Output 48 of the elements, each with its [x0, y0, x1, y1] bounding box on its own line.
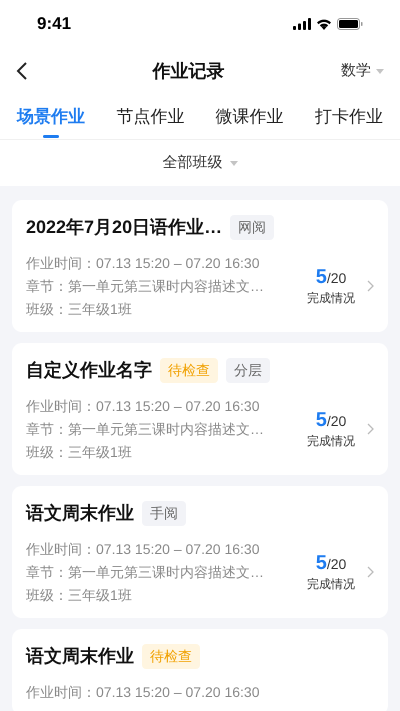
tab[interactable]: 场景作业 — [17, 94, 85, 139]
tag: 分层 — [226, 358, 270, 383]
chevron-right-icon — [367, 566, 374, 578]
wifi-icon — [316, 18, 332, 30]
info-line: 班级：三年级1班 — [26, 586, 133, 605]
chevron-right-icon — [367, 423, 374, 435]
total-count: /20 — [326, 412, 346, 430]
signal-icon — [293, 18, 311, 30]
info-line: 作业时间：07.13 15:20 – 07.20 16:30 — [26, 540, 260, 559]
info-line: 作业时间：07.13 15:20 – 07.20 16:30 — [26, 683, 260, 702]
info-line: 作业时间：07.13 15:20 – 07.20 16:30 — [26, 397, 260, 416]
info-line: 章节：第一单元第三课时内容描述文… — [26, 420, 265, 439]
homework-card[interactable]: 语文周末作业 待检查 作业时间：07.13 15:20 – 07.20 16:30 — [12, 629, 388, 711]
status-time: 9:41 — [37, 13, 72, 36]
caret-icon — [230, 160, 238, 166]
homework-title: 2022年7月20日语作业… — [26, 216, 222, 239]
status-label: 完成情况 — [307, 576, 355, 592]
info-line: 作业时间：07.13 15:20 – 07.20 16:30 — [26, 254, 260, 273]
subject-dropdown[interactable]: 数学 — [341, 60, 384, 82]
class-filter-dropdown[interactable]: 全部班级 — [162, 152, 238, 174]
info-line: 章节：第一单元第三课时内容描述文… — [26, 277, 265, 296]
homework-title: 语文周末作业 — [26, 502, 134, 525]
total-count: /20 — [326, 554, 346, 574]
tab[interactable]: 微课作业 — [216, 94, 284, 139]
homework-card[interactable]: 自定义作业名字 待检查 分层 作业时间：07.13 15:20 – 07.20 16:30 章节：第一单元第三课时内容描述文… 班级：三年级1班 5/20 完成情况 — [12, 343, 388, 475]
status-label: 完成情况 — [307, 432, 355, 450]
homework-card[interactable]: 2022年7月20日语作业… 网阅 作业时间：07.13 15:20 – 07.20 16:30 章节：第一单元第三课时内容描述文… 班级：三年级1班 5/20 完成情况 — [12, 200, 388, 332]
total-count: /20 — [326, 268, 346, 288]
status-label: 完成情况 — [307, 290, 355, 306]
caret-icon — [376, 68, 384, 74]
done-count: 5 — [316, 408, 327, 430]
tab[interactable]: 节点作业 — [116, 94, 184, 139]
page-title: 作业记录 — [151, 60, 226, 82]
battery-icon — [337, 18, 363, 30]
tab[interactable]: 打卡作业 — [314, 94, 383, 139]
tag: 网阅 — [230, 215, 274, 240]
tag: 待检查 — [142, 644, 200, 669]
info-line: 班级：三年级1班 — [26, 300, 133, 319]
tag: 待检查 — [160, 358, 218, 383]
homework-title: 自定义作业名字 — [26, 359, 152, 382]
done-count: 5 — [316, 266, 327, 288]
info-line: 章节：第一单元第三课时内容描述文… — [26, 563, 265, 582]
done-count: 5 — [316, 552, 327, 574]
homework-card[interactable]: 语文周末作业 手阅 作业时间：07.13 15:20 – 07.20 16:30 章节：第一单元第三课时内容描述文… 班级：三年级1班 5/20 完成情况 — [12, 486, 388, 618]
chevron-right-icon — [367, 280, 374, 292]
info-line: 班级：三年级1班 — [26, 443, 133, 462]
homework-title: 语文周末作业 — [26, 645, 134, 668]
tag: 手阅 — [142, 501, 186, 526]
